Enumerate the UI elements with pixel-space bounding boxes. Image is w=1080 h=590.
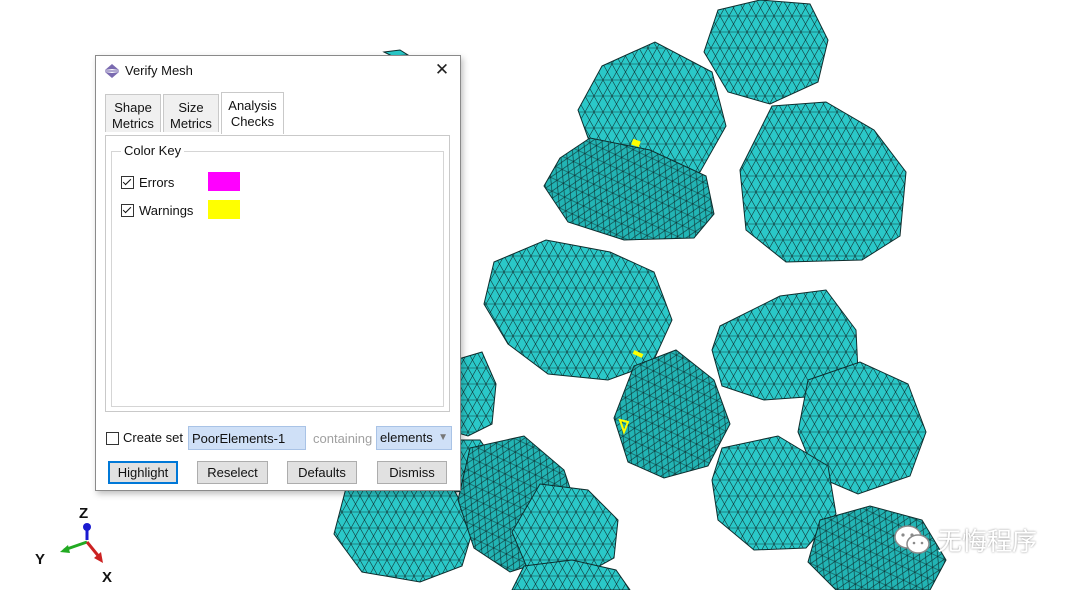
dismiss-button[interactable]: Dismiss — [377, 461, 447, 484]
watermark-text: 无悔程序 — [937, 527, 1038, 556]
tab-shape-metrics[interactable]: Shape Metrics — [105, 94, 161, 132]
tab-label-line2: Metrics — [170, 116, 212, 131]
mesh-particle — [703, 0, 829, 105]
abaqus-app-icon — [105, 64, 119, 78]
verify-mesh-dialog: Verify Mesh ✕ Shape Metrics Size Metrics… — [95, 55, 461, 491]
containing-label: containing — [313, 431, 373, 446]
containing-select[interactable]: elements ▼ — [376, 426, 452, 450]
create-set-checkbox[interactable] — [106, 432, 119, 445]
color-key-legend: Color Key — [121, 143, 185, 158]
defaults-button[interactable]: Defaults — [287, 461, 357, 484]
x-axis-label: X — [102, 569, 112, 586]
mesh-particle — [739, 101, 907, 263]
dialog-title: Verify Mesh — [125, 63, 193, 78]
dialog-titlebar[interactable]: Verify Mesh ✕ — [96, 56, 460, 86]
create-set-row: Create set containing elements ▼ — [106, 426, 452, 450]
warnings-color-swatch[interactable] — [208, 200, 240, 219]
tab-label-line2: Checks — [230, 114, 275, 129]
y-axis-label: Y — [35, 551, 45, 568]
watermark: 无悔程序 — [893, 522, 1037, 558]
reselect-button[interactable]: Reselect — [197, 461, 268, 484]
analysis-checks-panel: Color Key Errors Warnings — [105, 135, 450, 412]
highlight-button[interactable]: Highlight — [108, 461, 178, 484]
tab-analysis-checks[interactable]: Analysis Checks — [221, 92, 284, 134]
containing-select-value: elements — [380, 430, 433, 445]
close-icon[interactable]: ✕ — [432, 60, 452, 80]
wechat-icon — [894, 525, 930, 554]
errors-checkbox[interactable] — [121, 175, 134, 189]
chevron-down-icon: ▼ — [438, 432, 448, 443]
errors-color-swatch[interactable] — [208, 172, 240, 191]
axis-triad: Z Y X — [35, 505, 112, 586]
warnings-label: Warnings — [139, 202, 194, 218]
tab-label-line1: Shape — [114, 100, 152, 115]
warnings-checkbox[interactable] — [121, 203, 134, 217]
set-name-input[interactable] — [188, 426, 306, 450]
create-set-label: Create set — [123, 430, 183, 445]
errors-row: Errors — [121, 172, 174, 192]
tab-label-line1: Analysis — [228, 98, 277, 113]
tab-size-metrics[interactable]: Size Metrics — [163, 94, 219, 132]
tab-label-line1: Size — [178, 100, 204, 115]
color-key-group: Color Key Errors Warnings — [111, 143, 444, 407]
errors-label: Errors — [139, 174, 175, 190]
warnings-row: Warnings — [121, 200, 193, 220]
mesh-particle — [483, 239, 673, 381]
mesh-particle — [333, 477, 475, 583]
mesh-particle — [454, 351, 497, 437]
z-axis-label: Z — [79, 505, 88, 522]
tab-label-line2: Metrics — [112, 116, 154, 131]
